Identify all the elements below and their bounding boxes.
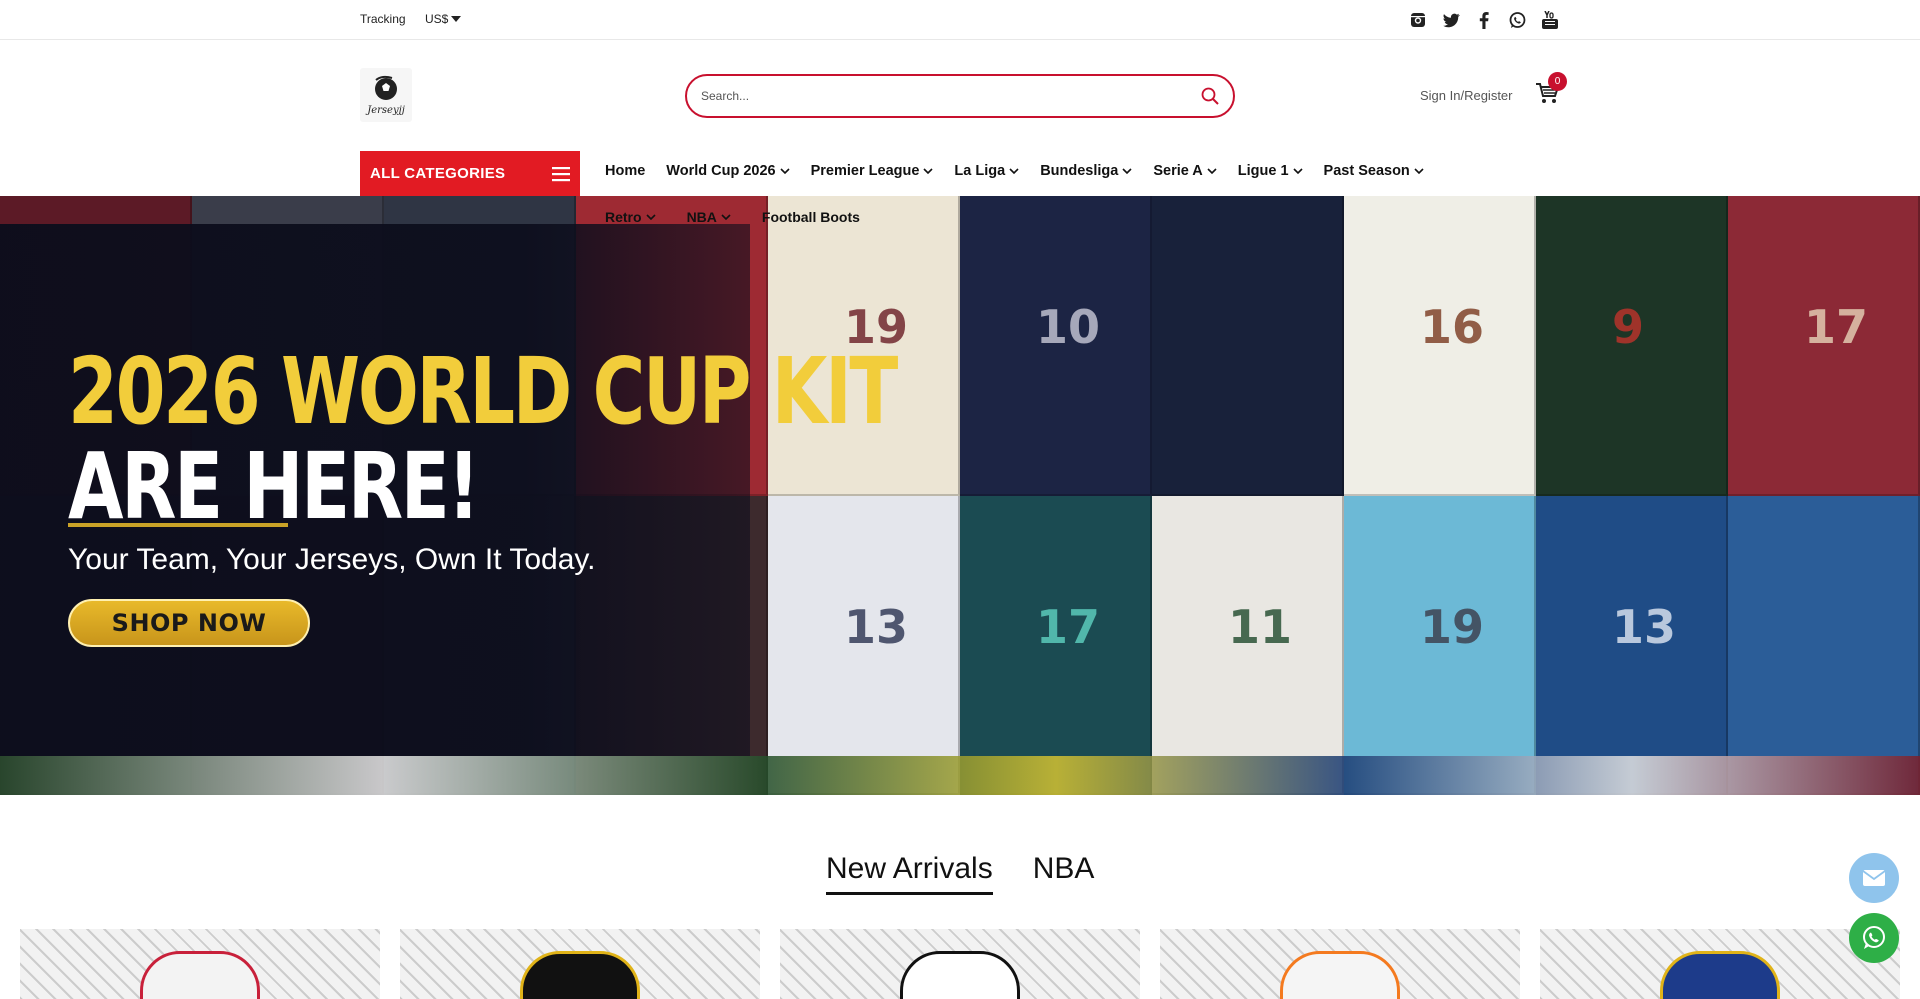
nav-item-world-cup-2026[interactable]: World Cup 2026: [666, 163, 790, 179]
secondary-nav: Retro NBA Football Boots: [605, 209, 891, 225]
caret-down-icon: [451, 16, 462, 22]
hero-subheadline: ARE HERE!: [68, 433, 480, 540]
product-card[interactable]: [780, 929, 1140, 999]
nav-item-premier-league[interactable]: Premier League: [811, 163, 934, 179]
chevron-down-icon: [645, 213, 656, 220]
search-icon[interactable]: [1201, 87, 1219, 105]
hamburger-icon: [552, 166, 570, 181]
product-tabs: New Arrivals NBA: [826, 852, 1094, 895]
nav-item-football-boots[interactable]: Football Boots: [762, 209, 860, 225]
product-image: [140, 951, 260, 999]
tab-new-arrivals[interactable]: New Arrivals: [826, 852, 993, 895]
currency-label: US$: [425, 12, 449, 26]
whatsapp-icon[interactable]: [1507, 10, 1527, 30]
soccer-ball-icon: [375, 75, 397, 100]
nav-item-past-season[interactable]: Past Season: [1324, 163, 1424, 179]
nav-item-label: NBA: [686, 209, 717, 225]
facebook-icon[interactable]: [1474, 10, 1494, 30]
product-card[interactable]: [20, 929, 380, 999]
site-logo[interactable]: Jerseyjj: [360, 68, 412, 122]
twitter-icon[interactable]: [1441, 10, 1461, 30]
chevron-down-icon: [721, 213, 731, 220]
chevron-down-icon: [1009, 167, 1019, 174]
cart-button[interactable]: 0: [1535, 72, 1567, 109]
nav-item-retro[interactable]: Retro: [605, 209, 656, 225]
top-bar: Tracking US$: [0, 0, 1920, 40]
currency-selector[interactable]: US$: [425, 12, 462, 26]
whatsapp-contact-button[interactable]: [1849, 913, 1899, 963]
social-links: [1408, 10, 1560, 30]
product-image: [1660, 951, 1780, 999]
nav-item-bundesliga[interactable]: Bundesliga: [1040, 163, 1132, 179]
nav-item-label: Ligue 1: [1237, 163, 1289, 179]
nav-item-nba[interactable]: NBA: [687, 209, 731, 225]
shop-now-button[interactable]: SHOP NOW: [68, 599, 310, 647]
product-card[interactable]: [400, 929, 760, 999]
signin-register-link[interactable]: Sign In/Register: [1420, 88, 1513, 103]
hero-headline: 2026 WORLD CUP KIT: [68, 338, 898, 445]
nav-item-home[interactable]: Home: [605, 163, 645, 179]
nav-item-label: Retro: [605, 209, 642, 225]
main-nav: Home World Cup 2026 Premier League La Li…: [605, 163, 1445, 179]
product-card[interactable]: [1160, 929, 1520, 999]
nav-item-label: Premier League: [810, 163, 920, 179]
search-input[interactable]: [701, 89, 1201, 103]
tracking-link[interactable]: Tracking: [360, 12, 406, 26]
chevron-down-icon: [923, 167, 933, 174]
logo-text: Jerseyjj: [367, 104, 405, 116]
chevron-down-icon: [780, 167, 790, 174]
email-contact-button[interactable]: [1849, 853, 1899, 903]
nav-item-serie-a[interactable]: Serie A: [1153, 163, 1217, 179]
chevron-down-icon: [1414, 167, 1424, 174]
all-categories-label: ALL CATEGORIES: [370, 165, 506, 182]
nav-item-ligue-1[interactable]: Ligue 1: [1238, 163, 1303, 179]
product-image: [900, 951, 1020, 999]
all-categories-button[interactable]: ALL CATEGORIES: [360, 151, 580, 196]
product-card[interactable]: [1540, 929, 1900, 999]
chevron-down-icon: [1207, 167, 1217, 174]
nav-item-label: Bundesliga: [1040, 163, 1119, 179]
tab-nba[interactable]: NBA: [1033, 852, 1095, 895]
hero-banner[interactable]: 19 10 16 9 17 13 17 11 19 13 2026 WORLD …: [0, 196, 1920, 795]
chevron-down-icon: [1122, 167, 1132, 174]
whatsapp-icon: [1863, 926, 1885, 949]
nav-item-label: La Liga: [954, 163, 1006, 179]
envelope-icon: [1862, 870, 1886, 886]
nav-item-la-liga[interactable]: La Liga: [954, 163, 1019, 179]
hero-underline: [68, 523, 288, 527]
hero-tagline: Your Team, Your Jerseys, Own It Today.: [68, 543, 596, 576]
product-image: [520, 951, 640, 999]
product-grid: [20, 929, 1900, 999]
nav-item-label: Home: [605, 163, 646, 179]
product-image: [1280, 951, 1400, 999]
nav-item-label: Past Season: [1323, 163, 1410, 179]
nav-item-label: World Cup 2026: [666, 163, 776, 179]
search-bar: [685, 74, 1235, 118]
nav-item-label: Serie A: [1153, 163, 1203, 179]
youtube-icon[interactable]: [1540, 10, 1560, 30]
instagram-icon[interactable]: [1408, 10, 1428, 30]
nav-item-label: Football Boots: [761, 209, 860, 225]
cart-count-badge: 0: [1548, 72, 1567, 91]
chevron-down-icon: [1292, 167, 1303, 174]
hero-bottom-band: [0, 756, 1920, 795]
